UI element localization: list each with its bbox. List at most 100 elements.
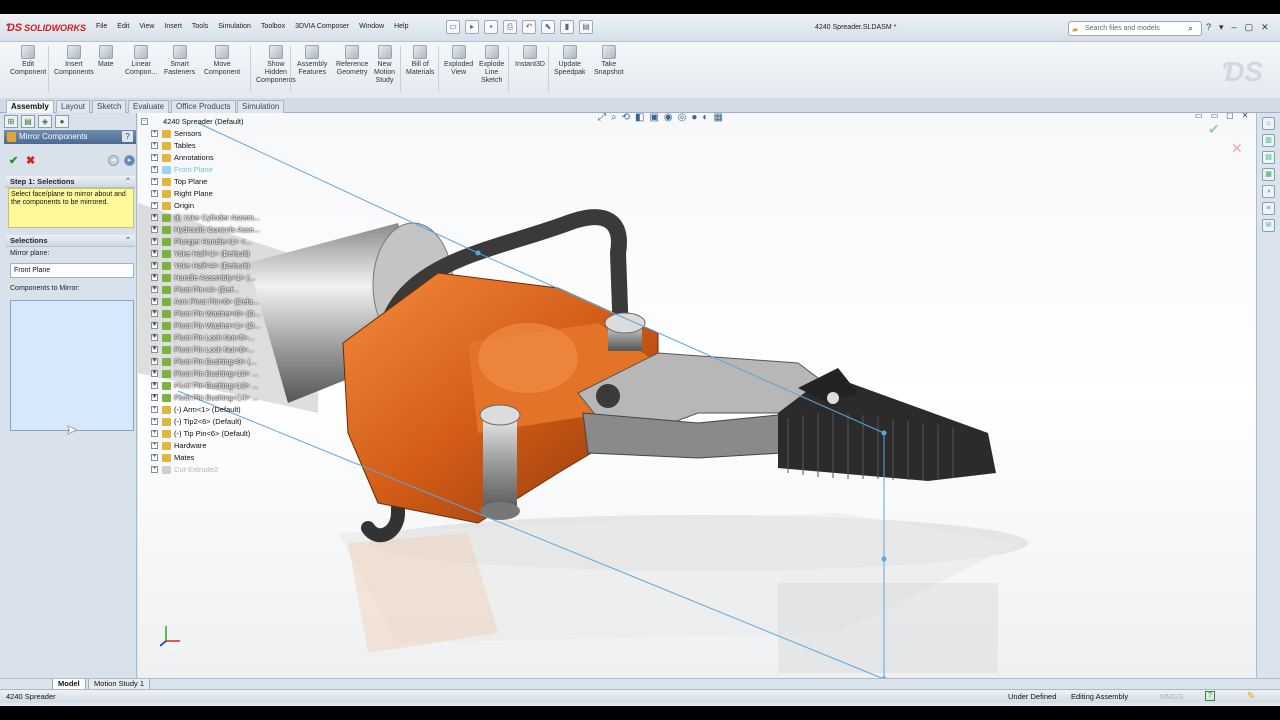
configuration-manager-icon[interactable]: ◈ (38, 115, 52, 128)
property-manager-icon[interactable]: ▤ (21, 115, 35, 128)
solidworks-logo[interactable]: ƊS SOLIDWORKS (6, 20, 86, 36)
appearance-manager-icon[interactable]: ● (55, 115, 69, 128)
tab-simulation[interactable]: Simulation (237, 100, 285, 113)
tree-item[interactable]: + Yoke Half<4> (Default) (149, 260, 260, 272)
rebuild-status-icon[interactable]: ✎ (1247, 690, 1255, 703)
expand-icon[interactable]: + (151, 394, 158, 401)
select-icon[interactable]: ⬉ (541, 20, 555, 34)
rebuild-icon[interactable]: ▮ (560, 20, 574, 34)
view-palette-icon[interactable]: ▦ (1262, 168, 1275, 181)
ribbon-button-10[interactable]: Bill of Materials (406, 45, 434, 77)
tree-item[interactable]: + Pivot Pin Lock Nut<5>... (149, 332, 260, 344)
tree-item[interactable]: + Pivot Pin Washer<1> (D... (149, 320, 260, 332)
collapse-icon[interactable]: ⌃ (125, 176, 131, 188)
expand-icon[interactable]: + (151, 214, 158, 221)
tree-item[interactable]: + Pivot Pin Bushing<13> ... (149, 380, 260, 392)
status-units[interactable]: MMGS (1160, 690, 1183, 703)
forum-icon[interactable]: ✉ (1262, 219, 1275, 232)
ribbon-button-7[interactable]: Assembly Features (297, 45, 327, 77)
status-help-icon[interactable]: ? (1205, 691, 1215, 701)
menu-tools[interactable]: Tools (192, 23, 208, 30)
expand-icon[interactable]: + (151, 274, 158, 281)
restore-icon[interactable]: ▢ (1245, 22, 1254, 33)
ribbon-button-14[interactable]: Update Speedpak (554, 45, 586, 77)
expand-icon[interactable]: + (151, 466, 158, 473)
expand-icon[interactable]: − (141, 118, 148, 125)
print-icon[interactable]: ⎙ (503, 20, 517, 34)
custom-properties-icon[interactable]: ≡ (1262, 202, 1275, 215)
ribbon-button-15[interactable]: Take Snapshot (594, 45, 624, 77)
menu-window[interactable]: Window (359, 23, 384, 30)
tree-root[interactable]: − 4240 Spreader (Default) (141, 116, 260, 128)
previous-view-icon[interactable]: ⟲ (622, 113, 630, 123)
expand-icon[interactable]: + (151, 286, 158, 293)
menu-file[interactable]: File (96, 23, 107, 30)
expand-icon[interactable]: + (151, 406, 158, 413)
expand-icon[interactable]: + (151, 130, 158, 137)
edit-appearance-icon[interactable]: ● (691, 113, 697, 123)
cancel-button[interactable]: ✖ (26, 154, 35, 167)
expand-icon[interactable]: + (151, 262, 158, 269)
mirror-plane-field[interactable]: Front Plane (10, 263, 134, 278)
options-icon[interactable]: ▤ (579, 20, 593, 34)
back-button[interactable]: ◂ (108, 155, 119, 166)
user-icon[interactable]: ▾ (1219, 22, 1224, 33)
menu-edit[interactable]: Edit (117, 23, 129, 30)
expand-icon[interactable]: + (151, 346, 158, 353)
ribbon-button-4[interactable]: Smart Fasteners (164, 45, 195, 77)
tree-item[interactable]: + Cut-Extrude2 (149, 464, 260, 476)
view-orientation-icon[interactable]: ▣ (649, 113, 658, 123)
file-explorer-icon[interactable]: ▤ (1262, 151, 1275, 164)
expand-icon[interactable]: + (151, 370, 158, 377)
open-icon[interactable]: ▸ (465, 20, 479, 34)
close-icon[interactable]: ✕ (1261, 22, 1269, 33)
expand-icon[interactable]: + (151, 166, 158, 173)
search-icon[interactable]: ⌕ (1188, 22, 1193, 35)
tree-item[interactable]: + Sensors (149, 128, 260, 140)
next-button[interactable]: ▸ (124, 155, 135, 166)
ribbon-button-1[interactable]: Insert Components (54, 45, 94, 77)
confirmation-cancel-icon[interactable]: ✕ (1231, 140, 1243, 157)
graphics-area[interactable]: ⤢ ⌕ ⟲ ◧ ▣ ◉ ◎ ● ◐ ▦ ▭ ▭ ▢ ✕ ✔ ✕ − 4240 S… (138, 113, 1256, 679)
expand-icon[interactable]: + (151, 430, 158, 437)
expand-icon[interactable]: + (151, 190, 158, 197)
expand-icon[interactable]: + (151, 226, 158, 233)
tree-item[interactable]: + Hardware (149, 440, 260, 452)
ribbon-button-8[interactable]: Reference Geometry (336, 45, 368, 77)
pm-help-button[interactable]: ? (122, 131, 133, 142)
appearances-icon[interactable]: ◑ (1262, 185, 1275, 198)
expand-icon[interactable]: + (151, 154, 158, 161)
tree-item[interactable]: + Tables (149, 140, 260, 152)
tab-office-products[interactable]: Office Products (171, 100, 236, 113)
doc-minimize-icon[interactable]: ▭ (1211, 113, 1219, 120)
hide-show-icon[interactable]: ◎ (678, 113, 687, 123)
expand-icon[interactable]: + (151, 238, 158, 245)
expand-icon[interactable]: + (151, 442, 158, 449)
ribbon-button-0[interactable]: Edit Component (10, 45, 46, 77)
expand-icon[interactable]: + (151, 202, 158, 209)
expand-icon[interactable]: + (151, 382, 158, 389)
menu-toolbox[interactable]: Toolbox (261, 23, 285, 30)
help-icon[interactable]: ? (1206, 22, 1211, 33)
search-input[interactable]: Search files and models ▰ ⌕ (1068, 21, 1202, 36)
expand-icon[interactable]: + (151, 418, 158, 425)
tree-item[interactable]: + Pivot Pin Washer<6> (D... (149, 308, 260, 320)
menu-view[interactable]: View (139, 23, 154, 30)
expand-icon[interactable]: + (151, 178, 158, 185)
menu-simulation[interactable]: Simulation (218, 23, 251, 30)
tree-item[interactable]: + (-) Arm<1> (Default) (149, 404, 260, 416)
ribbon-button-12[interactable]: Explode Line Sketch (479, 45, 504, 85)
tree-item[interactable]: + (f) Yoke Cylinder Assem... (149, 212, 260, 224)
expand-icon[interactable]: + (151, 358, 158, 365)
menu-insert[interactable]: Insert (164, 23, 182, 30)
expand-icon[interactable]: + (151, 310, 158, 317)
tree-item[interactable]: + Pivot Pin Bushing<9> (... (149, 356, 260, 368)
tree-item[interactable]: + Annotations (149, 152, 260, 164)
ribbon-button-5[interactable]: Move Component (204, 45, 240, 77)
save-icon[interactable]: ▪ (484, 20, 498, 34)
expand-icon[interactable]: + (151, 142, 158, 149)
tree-item[interactable]: + Pivot Pin Lock Nut<6>... (149, 344, 260, 356)
tree-item[interactable]: + Mates (149, 452, 260, 464)
minimize-icon[interactable]: – (1232, 22, 1237, 33)
ribbon-button-3[interactable]: Linear Compon... (125, 45, 157, 77)
